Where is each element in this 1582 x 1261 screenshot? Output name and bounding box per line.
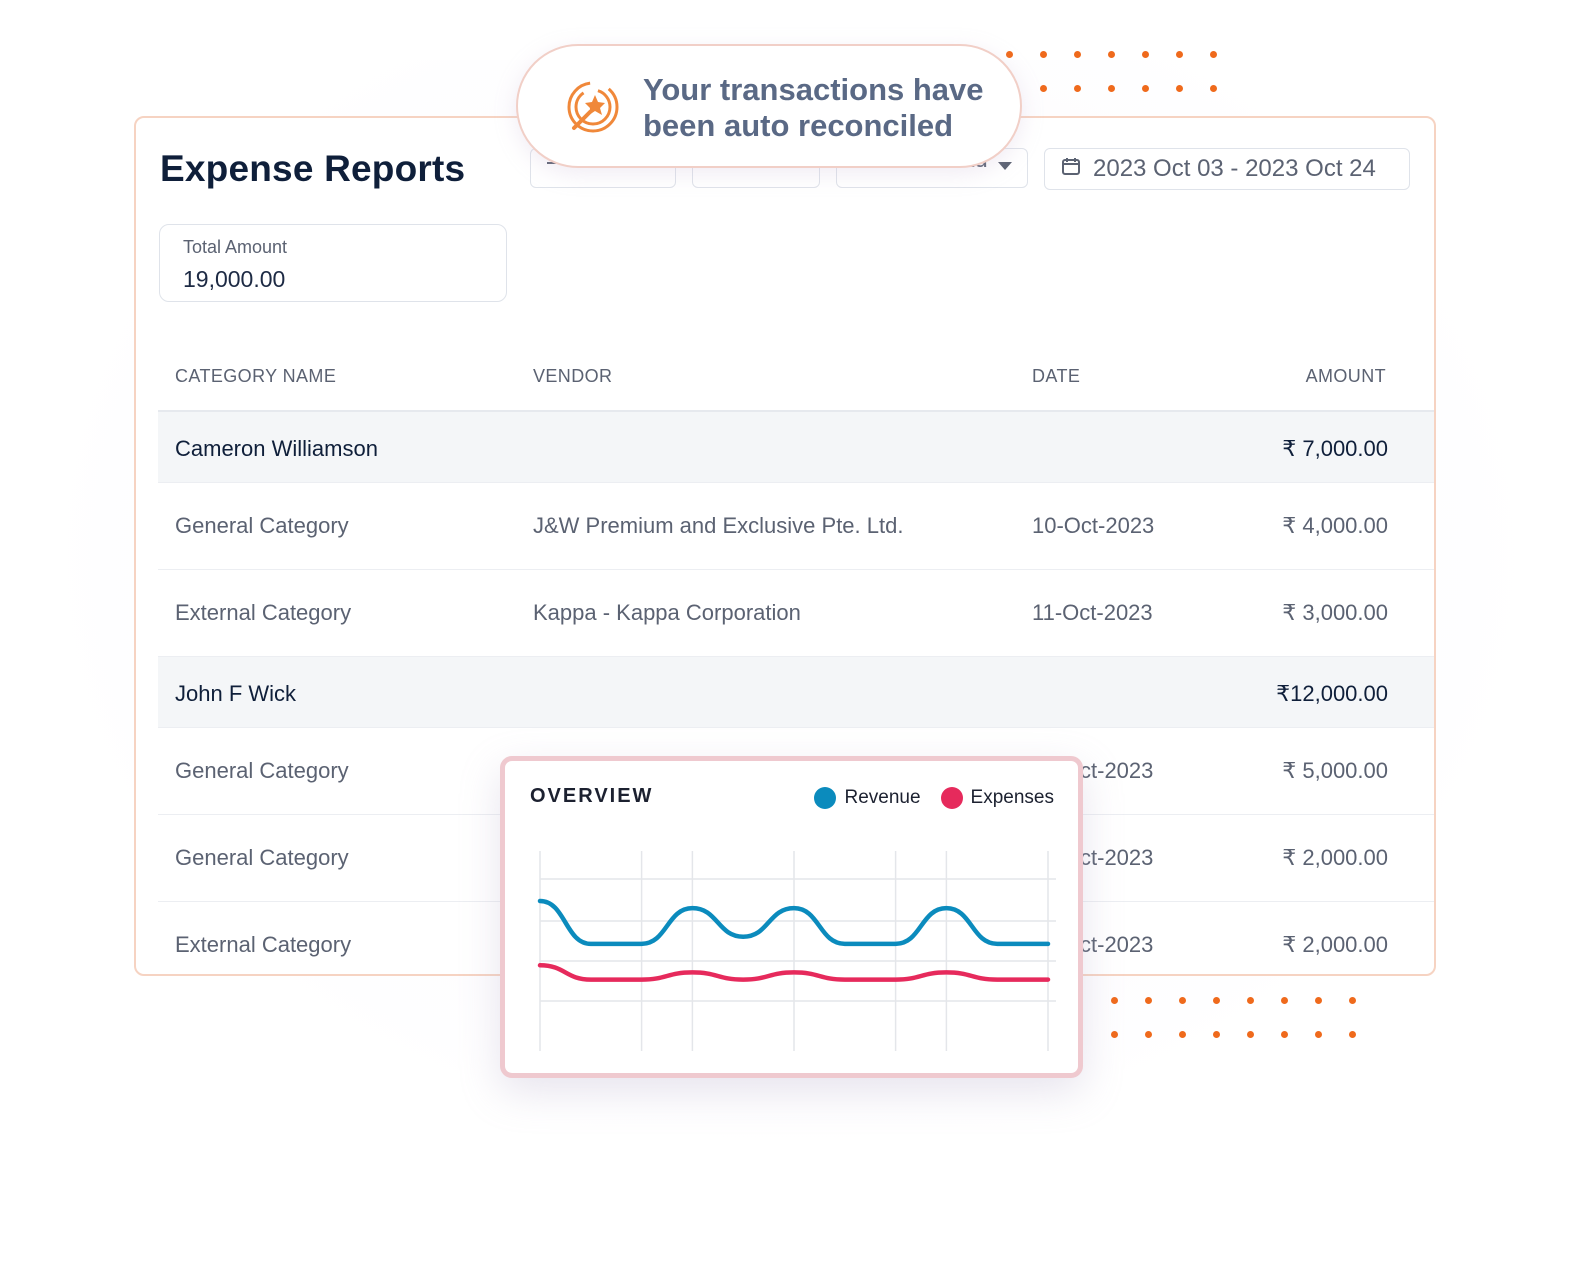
decorative-dot [1281, 1031, 1288, 1038]
toast-line-1: Your transactions have [643, 72, 984, 107]
group-row[interactable]: John F Wick ₹12,000.00 [158, 657, 1434, 728]
decorative-dot [1281, 997, 1288, 1004]
chevron-down-icon [997, 162, 1012, 170]
decorative-dot [1108, 51, 1115, 58]
date-cell: 10-Oct-2023 [1032, 513, 1155, 538]
calendar-icon [1061, 155, 1081, 183]
legend-label-revenue: Revenue [844, 787, 921, 808]
category-cell: External Category [175, 600, 352, 625]
page-title: Expense Reports [160, 148, 466, 189]
total-amount-value: 19,000.00 [183, 266, 286, 292]
decorative-dot [1176, 51, 1183, 58]
expenses-dot-icon [940, 787, 963, 809]
decorative-dot [1145, 997, 1152, 1004]
decorative-dot [1145, 1031, 1152, 1038]
decorative-dot [1315, 997, 1322, 1004]
decorative-dot [1349, 1031, 1356, 1038]
column-header-vendor[interactable]: VENDOR [533, 366, 612, 387]
date-cell: ct-2023 [1080, 845, 1154, 870]
decorative-dot [1111, 1031, 1118, 1038]
group-name: Cameron Williamson [175, 436, 378, 461]
group-row[interactable]: Cameron Williamson ₹ 7,000.00 [158, 412, 1434, 483]
decorative-dot [1142, 51, 1149, 58]
column-header-amount[interactable]: AMOUNT [1306, 366, 1386, 387]
category-cell: General Category [175, 845, 349, 870]
category-cell: General Category [175, 513, 349, 538]
date-cell: ct-2023 [1080, 758, 1154, 783]
total-amount-card: Total Amount 19,000.00 [159, 224, 507, 302]
decorative-dot [1179, 997, 1186, 1004]
legend-item-expenses[interactable]: Expenses [940, 787, 1054, 809]
decorative-dot [1213, 1031, 1220, 1038]
overview-chart-card: OVERVIEW Revenue Expenses [500, 756, 1083, 1078]
column-header-category[interactable]: CATEGORY NAME [175, 366, 336, 387]
amount-cell: ₹ 2,000.00 [1282, 845, 1388, 870]
date-range-text: 2023 Oct 03 - 2023 Oct 24 [1093, 155, 1376, 182]
decorative-dot [1210, 85, 1217, 92]
amount-cell: ₹ 4,000.00 [1282, 513, 1388, 538]
decorative-dot [1210, 51, 1217, 58]
date-cell: 11-Oct-2023 [1032, 600, 1153, 625]
chart-legend: Revenue Expenses [814, 787, 1054, 809]
date-cell: ct-2023 [1080, 932, 1154, 957]
table-row[interactable]: External Category Kappa - Kappa Corporat… [158, 570, 1434, 657]
group-amount: ₹12,000.00 [1276, 681, 1388, 706]
decorative-dot [1111, 997, 1118, 1004]
category-cell: General Category [175, 758, 349, 783]
amount-cell: ₹ 2,000.00 [1282, 932, 1388, 957]
table-header: CATEGORY NAME VENDOR DATE AMOUNT [158, 344, 1434, 412]
decorative-dot [1074, 51, 1081, 58]
decorative-dot [1074, 85, 1081, 92]
legend-label-expenses: Expenses [970, 787, 1054, 808]
column-header-date[interactable]: DATE [1032, 366, 1080, 387]
decorative-dot [1006, 51, 1013, 58]
decorative-dot [1040, 51, 1047, 58]
legend-item-revenue[interactable]: Revenue [814, 787, 921, 809]
group-amount: ₹ 7,000.00 [1282, 436, 1388, 461]
decorative-dot [1176, 85, 1183, 92]
total-amount-label: Total Amount [183, 237, 288, 257]
decorative-dot [1040, 85, 1047, 92]
toast-line-2: been auto reconciled [643, 108, 954, 143]
vendor-cell: J&W Premium and Exclusive Pte. Ltd. [533, 513, 904, 538]
table-row[interactable]: General Category J&W Premium and Exclusi… [158, 483, 1434, 570]
toast-message: Your transactions have been auto reconci… [643, 72, 984, 144]
decorative-dot [1247, 997, 1254, 1004]
decorative-dot [1142, 85, 1149, 92]
group-name: John F Wick [175, 681, 297, 706]
auto-reconcile-toast: Your transactions have been auto reconci… [516, 44, 1022, 168]
decorative-dot [1315, 1031, 1322, 1038]
amount-cell: ₹ 5,000.00 [1282, 758, 1388, 783]
decorative-dot [1247, 1031, 1254, 1038]
chart-title: OVERVIEW [530, 785, 654, 807]
vendor-cell: Kappa - Kappa Corporation [533, 600, 801, 625]
date-range-picker[interactable]: 2023 Oct 03 - 2023 Oct 24 [1044, 148, 1410, 190]
decorative-dot [1108, 85, 1115, 92]
category-cell: External Category [175, 932, 352, 957]
decorative-dot [1349, 997, 1356, 1004]
decorative-dot [1213, 997, 1220, 1004]
amount-cell: ₹ 3,000.00 [1282, 600, 1388, 625]
decorative-dot [1179, 1031, 1186, 1038]
magic-wand-icon [566, 80, 620, 134]
revenue-dot-icon [814, 787, 837, 809]
